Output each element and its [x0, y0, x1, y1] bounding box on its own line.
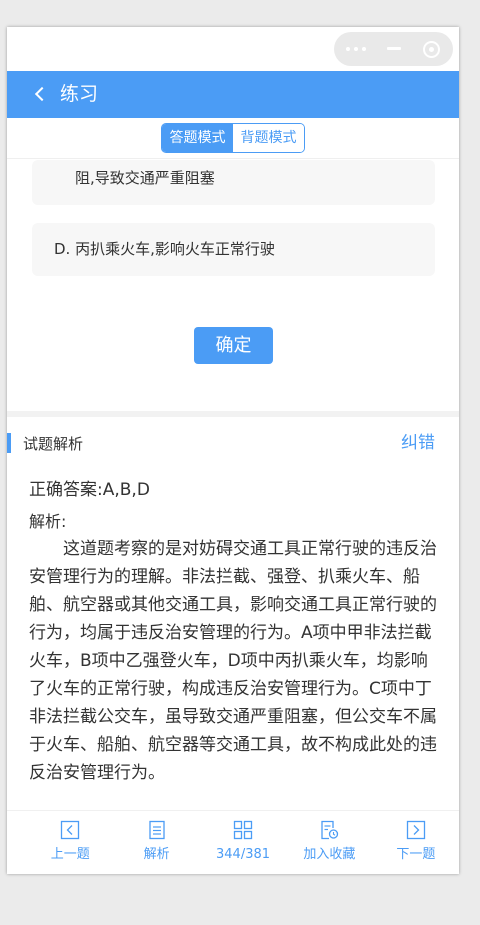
- add-favorite-label: 加入收藏: [303, 847, 356, 862]
- app-window: 练习 答题模式 背题模式 阻,导致交通严重阻塞 D. 丙扒乘火车,影响火车正常行…: [7, 27, 459, 874]
- correct-answer: 正确答案:A,B,D: [29, 478, 150, 502]
- option-d-text: D. 丙扒乘火车,影响火车正常行驶: [54, 240, 275, 258]
- prev-question-label: 上一题: [50, 847, 90, 862]
- option-c-text: 阻,导致交通严重阻塞: [75, 169, 215, 187]
- analysis-button[interactable]: 解析: [113, 811, 199, 874]
- question-progress-label: 344/381: [216, 847, 271, 862]
- back-chevron-icon[interactable]: [29, 82, 53, 106]
- close-target-icon[interactable]: [423, 41, 440, 58]
- bookmark-clock-icon: [321, 820, 339, 840]
- next-question-button[interactable]: 下一题: [373, 811, 459, 874]
- more-dots-icon[interactable]: [346, 47, 370, 51]
- option-d[interactable]: D. 丙扒乘火车,影响火车正常行驶: [32, 223, 435, 276]
- chevron-left-square-icon: [61, 820, 80, 840]
- option-c[interactable]: 阻,导致交通严重阻塞: [32, 160, 435, 205]
- document-icon: [148, 820, 165, 840]
- report-error-link[interactable]: 纠错: [401, 431, 435, 455]
- analysis-heading: 试题解析: [23, 435, 84, 453]
- next-question-label: 下一题: [396, 847, 436, 862]
- answer-mode-tab[interactable]: 答题模式: [162, 124, 233, 152]
- correct-answer-label: 正确答案:: [29, 480, 103, 500]
- analysis-label: 解析: [143, 847, 170, 862]
- add-favorite-button[interactable]: 加入收藏: [286, 811, 372, 874]
- chevron-right-square-icon: [406, 820, 425, 840]
- confirm-button[interactable]: 确定: [194, 327, 273, 364]
- mode-switch: 答题模式 背题模式: [161, 123, 305, 153]
- analysis-text: 这道题考察的是对妨碍交通工具正常行驶的违反治安管理行为的理解。非法拦截、强登、扒…: [29, 539, 437, 783]
- section-divider: [7, 411, 459, 417]
- mini-program-capsule: [334, 32, 453, 66]
- nav-bar: 练习: [7, 71, 459, 118]
- analysis-label: 解析:: [29, 512, 67, 531]
- section-accent-bar: [7, 433, 11, 453]
- minimize-icon[interactable]: [387, 47, 401, 50]
- prev-question-button[interactable]: 上一题: [27, 811, 113, 874]
- page-title: 练习: [60, 83, 99, 105]
- question-progress-button[interactable]: 344/381: [200, 811, 286, 874]
- correct-answer-value: A,B,D: [102, 480, 150, 500]
- recite-mode-tab[interactable]: 背题模式: [233, 124, 304, 152]
- grid-icon: [233, 820, 253, 840]
- divider: [7, 158, 459, 159]
- bottom-toolbar: 上一题 解析 344/381 加入收藏 下一题: [7, 810, 459, 874]
